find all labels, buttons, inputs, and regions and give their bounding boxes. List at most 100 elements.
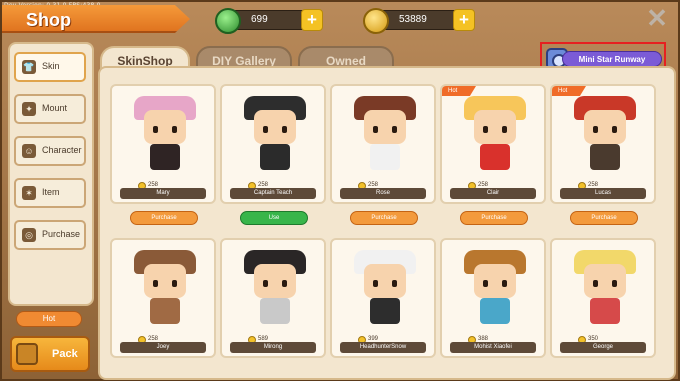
sidebar-item-character[interactable]: ☺ Character	[14, 136, 86, 166]
sidebar: 👕 Skin ✦ Mount ☺ Character ✶ Item ◎ Purc…	[8, 42, 94, 306]
skin-card[interactable]: 258 Captain Teach	[220, 84, 326, 204]
sidebar-item-purchase[interactable]: ◎ Purchase	[14, 220, 86, 250]
skin-name: Lucas	[560, 188, 646, 199]
game-screen: Dev Version: 0.31.0 FPS:438.0 Shop 699 +…	[0, 0, 680, 381]
character-eye	[282, 126, 287, 133]
skin-name: Mohist Xiaofei	[450, 342, 536, 353]
character-face	[584, 110, 626, 144]
chest-icon	[16, 343, 38, 365]
character-face	[584, 264, 626, 298]
character-eye	[502, 280, 507, 287]
character-eye	[263, 280, 268, 287]
page-title: Shop	[26, 10, 71, 30]
hot-badge: Hot	[442, 86, 476, 96]
skin-card[interactable]: Hot 258 Lucas	[550, 84, 656, 204]
skin-card[interactable]: 399 HeadhunterSnow	[330, 238, 436, 358]
skin-name: Mary	[120, 188, 206, 199]
character-body	[480, 144, 510, 170]
character-body	[480, 298, 510, 324]
character-avatar	[244, 96, 306, 178]
gem-icon	[215, 8, 241, 34]
sidebar-item-label: Skin	[42, 61, 60, 71]
character-face	[254, 110, 296, 144]
coins-icon: ◎	[22, 228, 36, 242]
use-button[interactable]: Use	[240, 211, 308, 225]
coin-currency: 53889 +	[363, 8, 475, 34]
title-banner: Shop	[2, 5, 190, 33]
skin-name: Rose	[340, 188, 426, 199]
character-eye	[612, 126, 617, 133]
character-eye	[263, 126, 268, 133]
purchase-button[interactable]: Purchase	[130, 211, 198, 225]
purchase-button[interactable]: Purchase	[570, 211, 638, 225]
sidebar-item-mount[interactable]: ✦ Mount	[14, 94, 86, 124]
character-eye	[502, 126, 507, 133]
cat-icon: ☺	[22, 144, 36, 158]
purchase-button[interactable]: Purchase	[460, 211, 528, 225]
sidebar-item-label: Item	[42, 187, 60, 197]
character-eye	[593, 280, 598, 287]
skin-card[interactable]: 350 George	[550, 238, 656, 358]
character-eye	[373, 280, 378, 287]
character-avatar	[464, 250, 526, 332]
skin-card[interactable]: 258 Joey	[110, 238, 216, 358]
character-body	[260, 144, 290, 170]
skin-card[interactable]: Hot 258 Clair	[440, 84, 546, 204]
character-body	[370, 144, 400, 170]
character-body	[590, 298, 620, 324]
character-face	[364, 264, 406, 298]
character-avatar	[574, 96, 636, 178]
firework-icon: ✶	[22, 186, 36, 200]
hot-pack-badge: Hot	[16, 311, 82, 327]
mini-star-runway-button[interactable]: Mini Star Runway	[562, 51, 662, 67]
skin-name: Mirong	[230, 342, 316, 353]
add-gems-button[interactable]: +	[301, 9, 323, 31]
add-coins-button[interactable]: +	[453, 9, 475, 31]
purchase-button[interactable]: Purchase	[350, 211, 418, 225]
character-eye	[483, 126, 488, 133]
coin-icon	[363, 8, 389, 34]
character-body	[260, 298, 290, 324]
character-eye	[392, 126, 397, 133]
skin-name: George	[560, 342, 646, 353]
character-eye	[483, 280, 488, 287]
character-body	[370, 298, 400, 324]
character-body	[150, 144, 180, 170]
coin-amount: 53889	[399, 14, 427, 25]
character-face	[144, 264, 186, 298]
character-eye	[153, 126, 158, 133]
character-eye	[282, 280, 287, 287]
skin-name: HeadhunterSnow	[340, 342, 426, 353]
skin-card[interactable]: 388 Mohist Xiaofei	[440, 238, 546, 358]
gem-currency: 699 +	[215, 8, 323, 34]
hot-badge: Hot	[552, 86, 586, 96]
skin-name: Joey	[120, 342, 206, 353]
character-avatar	[574, 250, 636, 332]
sidebar-item-label: Purchase	[42, 229, 81, 239]
character-eye	[593, 126, 598, 133]
skin-name: Clair	[450, 188, 536, 199]
character-avatar	[134, 96, 196, 178]
skin-card[interactable]: 589 Mirong	[220, 238, 326, 358]
character-face	[254, 264, 296, 298]
character-eye	[153, 280, 158, 287]
character-avatar	[354, 250, 416, 332]
pack-label: Pack	[52, 348, 78, 360]
close-button[interactable]: ✕	[646, 5, 668, 31]
sidebar-item-skin[interactable]: 👕 Skin	[14, 52, 86, 82]
character-eye	[172, 280, 177, 287]
shirt-icon: 👕	[22, 60, 36, 74]
character-face	[144, 110, 186, 144]
pack-button[interactable]: Pack	[10, 336, 90, 372]
skin-card[interactable]: 258 Mary	[110, 84, 216, 204]
character-eye	[172, 126, 177, 133]
character-face	[474, 264, 516, 298]
character-eye	[392, 280, 397, 287]
character-avatar	[134, 250, 196, 332]
skin-card[interactable]: 258 Rose	[330, 84, 436, 204]
sidebar-item-item[interactable]: ✶ Item	[14, 178, 86, 208]
sidebar-item-label: Character	[42, 145, 82, 155]
character-avatar	[244, 250, 306, 332]
character-face	[474, 110, 516, 144]
character-avatar	[464, 96, 526, 178]
